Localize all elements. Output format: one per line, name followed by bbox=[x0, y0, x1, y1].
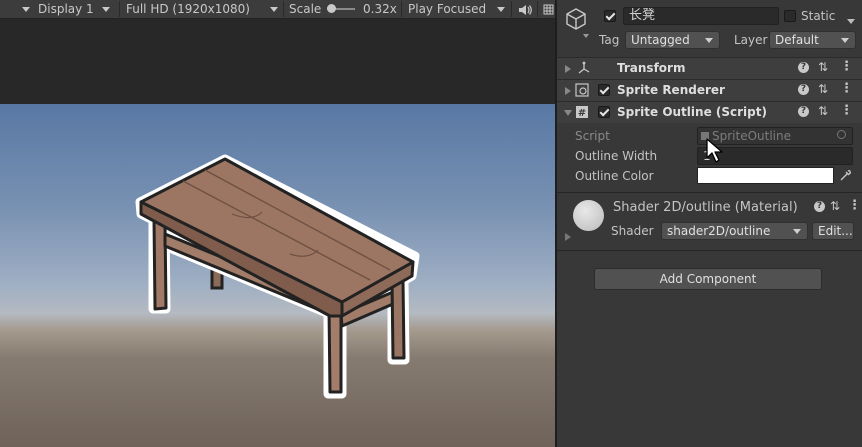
edit-shader-label: Edit... bbox=[818, 224, 853, 238]
help-icon[interactable]: ? bbox=[798, 106, 809, 117]
shader-label: Shader bbox=[611, 224, 654, 238]
kebab-menu-icon[interactable]: ⋮ bbox=[840, 82, 853, 96]
transform-icon bbox=[577, 61, 591, 75]
layer-value: Default bbox=[775, 33, 819, 47]
toolbar-divider bbox=[283, 1, 284, 17]
chevron-down-icon[interactable] bbox=[583, 28, 589, 42]
outline-color-label: Outline Color bbox=[575, 169, 654, 183]
object-picker-icon bbox=[837, 130, 846, 139]
grid-icon[interactable] bbox=[543, 0, 554, 18]
fold-arrow-icon[interactable] bbox=[565, 65, 571, 73]
preset-icon[interactable]: ⇅ bbox=[818, 105, 830, 118]
sprite-outline-enabled-checkbox[interactable] bbox=[598, 106, 610, 118]
component-title: Sprite Outline (Script) bbox=[617, 105, 767, 119]
transform-component-header[interactable]: Transform ? ⇅ ⋮ bbox=[557, 57, 862, 79]
inspector-panel: 长凳 Static Tag Untagged Layer Default Tra… bbox=[555, 0, 862, 447]
sprite-renderer-component-header[interactable]: Sprite Renderer ? ⇅ ⋮ bbox=[557, 79, 862, 101]
speaker-icon[interactable] bbox=[518, 0, 532, 18]
bench-sprite bbox=[135, 154, 420, 399]
material-title: Shader 2D/outline (Material) bbox=[613, 200, 798, 215]
component-title: Sprite Renderer bbox=[617, 83, 725, 97]
help-icon[interactable]: ? bbox=[798, 62, 809, 73]
chevron-down-icon bbox=[793, 229, 801, 234]
object-name-field[interactable]: 长凳 bbox=[623, 7, 779, 25]
help-icon[interactable]: ? bbox=[814, 201, 825, 212]
tag-dropdown[interactable]: Untagged bbox=[625, 31, 720, 49]
play-mode-label: Play Focused bbox=[408, 2, 487, 16]
material-header-icons: ? ⇅ ⋮ bbox=[814, 199, 862, 214]
script-icon: # bbox=[575, 105, 589, 119]
layer-label: Layer bbox=[734, 33, 768, 47]
outline-color-swatch[interactable] bbox=[697, 167, 834, 184]
play-mode-dropdown[interactable]: Play Focused bbox=[408, 0, 486, 18]
mouse-cursor-icon bbox=[706, 138, 726, 164]
display-label: Display 1 bbox=[38, 2, 94, 16]
preset-icon[interactable]: ⇅ bbox=[830, 200, 842, 213]
tag-label: Tag bbox=[599, 33, 620, 47]
eyedropper-icon[interactable] bbox=[837, 168, 853, 184]
scale-label: Scale bbox=[289, 2, 322, 16]
sprite-renderer-icon bbox=[575, 83, 589, 97]
fold-arrow-icon[interactable] bbox=[565, 233, 571, 241]
chevron-down-icon bbox=[270, 7, 278, 12]
game-toolbar: Display 1 Full HD (1920x1080) Scale 0.32… bbox=[0, 0, 555, 19]
script-label: Script bbox=[575, 129, 610, 143]
svg-text:#: # bbox=[578, 108, 586, 119]
chevron-down-icon bbox=[102, 7, 110, 12]
display-dropdown[interactable]: Display 1 bbox=[22, 0, 94, 18]
kebab-menu-icon[interactable]: ⋮ bbox=[848, 199, 861, 213]
static-checkbox[interactable] bbox=[784, 10, 796, 22]
chevron-down-icon bbox=[705, 38, 713, 43]
component-title: Transform bbox=[617, 61, 686, 75]
layer-dropdown[interactable]: Default bbox=[769, 31, 856, 49]
fold-arrow-icon[interactable] bbox=[564, 110, 572, 116]
sprite-outline-component-header[interactable]: # Sprite Outline (Script) ? ⇅ ⋮ bbox=[557, 101, 862, 123]
add-component-button[interactable]: Add Component bbox=[594, 268, 822, 290]
static-dropdown-arrow[interactable] bbox=[847, 14, 855, 28]
shader-value: shader2D/outline bbox=[667, 224, 771, 238]
resolution-dropdown[interactable]: Full HD (1920x1080) bbox=[126, 0, 250, 18]
toolbar-divider bbox=[401, 1, 402, 17]
scale-value: 0.32x bbox=[363, 2, 397, 16]
divider bbox=[557, 250, 862, 251]
toolbar-divider bbox=[119, 1, 120, 17]
kebab-menu-icon[interactable]: ⋮ bbox=[840, 104, 853, 118]
tag-value: Untagged bbox=[631, 33, 690, 47]
scale-slider-handle[interactable] bbox=[327, 4, 336, 13]
sprite-renderer-enabled-checkbox[interactable] bbox=[598, 84, 610, 96]
active-checkbox[interactable] bbox=[604, 10, 616, 22]
game-view: Display 1 Full HD (1920x1080) Scale 0.32… bbox=[0, 0, 555, 447]
preset-icon[interactable]: ⇅ bbox=[818, 83, 830, 96]
material-preview-sphere bbox=[573, 200, 604, 231]
fold-arrow-icon[interactable] bbox=[565, 87, 571, 95]
preset-icon[interactable]: ⇅ bbox=[818, 61, 830, 74]
chevron-down-icon bbox=[841, 38, 849, 43]
toolbar-divider bbox=[511, 1, 512, 17]
kebab-menu-icon[interactable]: ⋮ bbox=[840, 60, 853, 74]
chevron-down-icon bbox=[497, 7, 505, 12]
shader-dropdown[interactable]: shader2D/outline bbox=[661, 222, 808, 240]
letterbox-area bbox=[0, 19, 555, 104]
game-viewport[interactable] bbox=[0, 104, 555, 447]
divider bbox=[557, 192, 862, 193]
outline-width-label: Outline Width bbox=[575, 149, 658, 163]
toolbar-divider bbox=[537, 1, 538, 17]
static-label: Static bbox=[801, 9, 836, 23]
resolution-label: Full HD (1920x1080) bbox=[126, 2, 250, 16]
edit-shader-button[interactable]: Edit... bbox=[812, 222, 854, 240]
add-component-label: Add Component bbox=[659, 272, 757, 286]
chevron-down-icon bbox=[22, 7, 30, 12]
help-icon[interactable]: ? bbox=[798, 84, 809, 95]
